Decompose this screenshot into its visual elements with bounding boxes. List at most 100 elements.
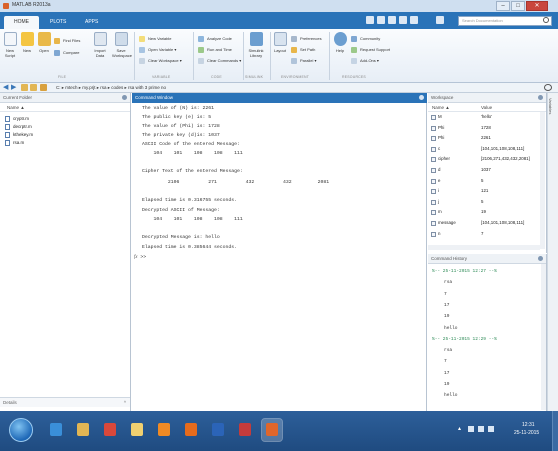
history-command[interactable]: rsa xyxy=(444,347,452,354)
show-hidden-icons-icon[interactable]: ▴ xyxy=(458,426,464,432)
workspace-header[interactable]: Workspace xyxy=(428,93,546,103)
open-variable-button[interactable]: Open Variable ▾ xyxy=(139,46,176,53)
panel-menu-icon[interactable] xyxy=(122,95,127,100)
history-command[interactable]: 7 xyxy=(444,291,447,298)
panel-menu-icon[interactable] xyxy=(419,95,424,100)
taskbar-app-button[interactable] xyxy=(154,419,174,441)
variables-side-tab[interactable] xyxy=(547,93,558,411)
taskbar-app-button[interactable] xyxy=(73,419,93,441)
workspace-row[interactable]: M 'hello' xyxy=(428,114,540,121)
fx-icon[interactable]: fx xyxy=(134,255,137,260)
run-and-time-button[interactable]: Run and Time xyxy=(198,46,232,53)
new-script-button[interactable]: New Script xyxy=(3,32,17,58)
flag-icon[interactable] xyxy=(468,426,474,432)
history-command[interactable]: 19 xyxy=(444,381,449,388)
set-path-button[interactable]: Set Path xyxy=(291,46,315,53)
analyze-code-button[interactable]: Analyze Code xyxy=(198,35,232,42)
workspace-row[interactable]: cipher [2106,271,432,432,2081] xyxy=(428,156,540,163)
command-prompt[interactable]: fx >> xyxy=(134,255,149,260)
file-item[interactable]: cryptr.m xyxy=(5,115,29,122)
panel-menu-icon[interactable] xyxy=(538,95,543,100)
parallel-button[interactable]: Parallel ▾ xyxy=(291,57,316,64)
workspace-row[interactable]: Phi 1728 xyxy=(428,125,540,132)
clear-workspace-button[interactable]: Clear Workspace ▾ xyxy=(139,57,182,64)
taskbar-app-button[interactable] xyxy=(208,419,228,441)
tab-apps[interactable]: APPS xyxy=(75,16,108,29)
copy-icon[interactable] xyxy=(388,16,396,24)
volume-icon[interactable] xyxy=(488,426,494,432)
history-session-header[interactable]: %-- 25-11-2015 12:27 --% xyxy=(432,268,497,275)
workspace-row[interactable]: m 19 xyxy=(428,209,540,216)
start-button[interactable] xyxy=(9,418,33,442)
variables-side-tab-label[interactable]: Variables xyxy=(548,98,553,114)
new-button[interactable]: New xyxy=(20,32,34,53)
taskbar-app-button[interactable] xyxy=(100,419,120,441)
help-icon[interactable] xyxy=(436,16,444,24)
open-button[interactable]: Open xyxy=(37,32,51,53)
command-window-header[interactable]: Command Window xyxy=(132,93,427,103)
workspace-row[interactable]: n7 xyxy=(428,231,540,238)
workspace-row[interactable]: e5 xyxy=(428,178,540,185)
community-button[interactable]: Community xyxy=(351,35,380,42)
import-data-button[interactable]: Import Data xyxy=(92,32,108,58)
breadcrumb[interactable]: C: ▸ mtech ▸ my.prjt ▸ rsa ▸ codes ▸ rsa… xyxy=(56,85,166,91)
save-icon[interactable] xyxy=(366,16,374,24)
taskbar-app-button[interactable] xyxy=(261,418,283,442)
file-item[interactable]: kthekey.m xyxy=(5,131,33,138)
show-desktop-button[interactable] xyxy=(552,411,558,451)
command-window-output[interactable]: The value of (N) is: 2261 The public key… xyxy=(132,103,427,409)
undo-icon[interactable] xyxy=(410,16,418,24)
network-icon[interactable] xyxy=(478,426,484,432)
taskbar-app-button[interactable] xyxy=(127,419,147,441)
history-command[interactable]: 19 xyxy=(444,313,449,320)
history-command[interactable]: 17 xyxy=(444,302,449,309)
panel-menu-icon[interactable] xyxy=(538,256,543,261)
workspace-row[interactable]: message [104,101,108,108,111] xyxy=(428,220,540,227)
history-command[interactable]: 7 xyxy=(444,358,447,365)
current-folder-header[interactable]: Current Folder xyxy=(0,93,130,103)
value-column-header[interactable]: Value xyxy=(481,103,492,112)
workspace-row[interactable]: Phi 2261 xyxy=(428,135,540,142)
tab-home[interactable]: HOME xyxy=(4,16,39,29)
back-arrow-icon[interactable]: ◀ xyxy=(3,84,10,91)
history-command[interactable]: rsa xyxy=(444,279,452,286)
history-scrollbar[interactable] xyxy=(541,264,546,410)
clear-commands-button[interactable]: Clear Commands ▾ xyxy=(198,57,241,64)
compare-button[interactable]: Compare xyxy=(54,49,79,56)
clock-date[interactable]: 25-11-2015 xyxy=(514,430,539,436)
file-item[interactable]: decrptr.m xyxy=(5,123,32,130)
workspace-row[interactable]: i 121 xyxy=(428,188,540,195)
minimize-button[interactable]: – xyxy=(496,1,510,11)
folder-search-icon[interactable] xyxy=(544,84,552,91)
taskbar-app-button[interactable] xyxy=(181,419,201,441)
help-button[interactable]: Help xyxy=(333,32,347,53)
workspace-scrollbar[interactable] xyxy=(540,112,545,249)
file-item[interactable]: rsa.m xyxy=(5,139,24,146)
workspace-row[interactable]: c [104,101,108,108,111] xyxy=(428,146,540,153)
search-icon[interactable] xyxy=(543,17,549,23)
close-button[interactable]: ✕ xyxy=(526,1,548,11)
request-support-button[interactable]: Request Support xyxy=(351,46,390,53)
history-command[interactable]: 17 xyxy=(444,370,449,377)
forward-arrow-icon[interactable]: ▶ xyxy=(11,84,18,91)
history-command[interactable]: hello xyxy=(444,392,458,399)
preferences-button[interactable]: Preferences xyxy=(291,35,322,42)
workspace-horizontal-scrollbar[interactable] xyxy=(428,245,540,250)
history-session-header[interactable]: %-- 25-11-2015 12:29 --% xyxy=(432,336,497,343)
new-variable-button[interactable]: New Variable xyxy=(139,35,172,42)
history-command[interactable]: hello xyxy=(444,325,458,332)
layout-button[interactable]: Layout xyxy=(273,32,287,53)
cut-icon[interactable] xyxy=(377,16,385,24)
workspace-row[interactable]: d 1037 xyxy=(428,167,540,174)
maximize-button[interactable]: □ xyxy=(511,1,525,11)
search-documentation-input[interactable]: Search Documentation xyxy=(458,16,552,26)
workspace-row[interactable]: j5 xyxy=(428,199,540,206)
browse-folder-icon[interactable] xyxy=(21,84,28,91)
taskbar-app-button[interactable] xyxy=(46,419,66,441)
tab-plots[interactable]: PLOTS xyxy=(40,16,76,29)
name-column-header[interactable]: Name ▲ xyxy=(0,103,130,112)
find-files-button[interactable]: Find Files xyxy=(54,37,80,44)
clock-time[interactable]: 12:31 xyxy=(522,422,535,428)
chevron-up-icon[interactable]: ^ xyxy=(124,398,126,408)
save-workspace-button[interactable]: Save Workspace xyxy=(112,32,132,58)
